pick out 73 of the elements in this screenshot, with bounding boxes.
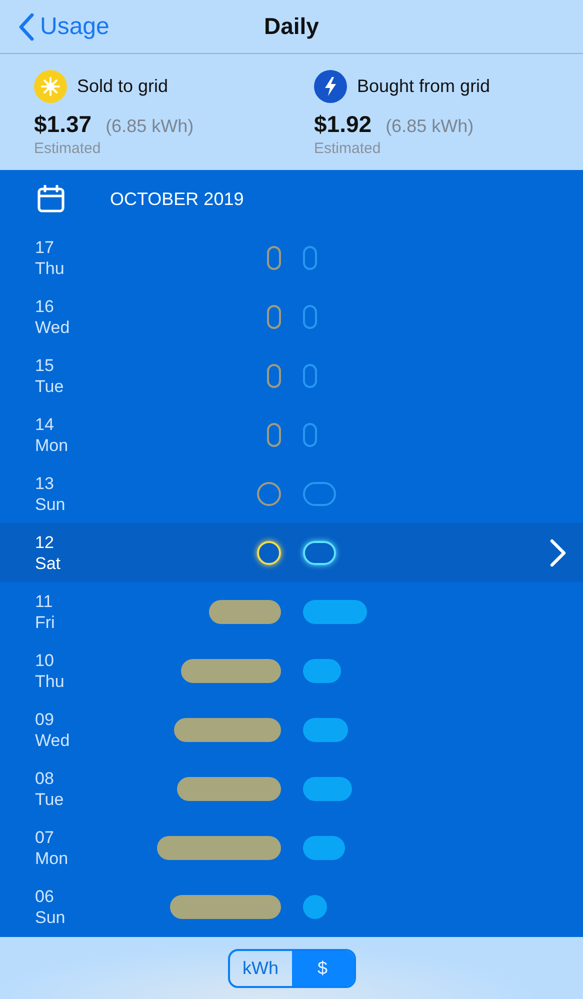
sold-energy-bar	[257, 540, 281, 564]
page-title: Daily	[264, 13, 319, 39]
weekday-label: Sat	[35, 552, 61, 574]
amount-value: $1.92	[314, 111, 372, 138]
summary-label: Sold to grid	[77, 76, 168, 97]
weekday-label: Wed	[35, 316, 70, 338]
unit-toggle-option[interactable]: kWh	[230, 950, 292, 986]
sold-energy-bar	[209, 600, 281, 624]
day-row[interactable]: 11 Fri	[0, 582, 583, 641]
day-number: 12	[35, 532, 54, 552]
sold-energy-bar	[267, 304, 281, 328]
bought-energy-bar	[303, 776, 352, 800]
energy-value: (6.85 kWh)	[386, 116, 474, 137]
month-label: OCTOBER 2019	[110, 188, 244, 210]
bought-energy-bar	[303, 364, 317, 388]
day-number: 09	[35, 708, 54, 730]
day-number: 08	[35, 768, 54, 788]
sold-energy-bar	[257, 482, 281, 506]
bought-energy-bar	[303, 540, 336, 564]
sold-energy-bar	[267, 246, 281, 270]
day-number: 10	[35, 650, 54, 670]
day-number: 13	[35, 472, 54, 494]
weekday-label: Wed	[35, 730, 70, 750]
unit-toggle-option[interactable]: $	[292, 950, 354, 986]
day-row[interactable]: 16 Wed	[0, 287, 583, 346]
day-number: 16	[35, 296, 54, 316]
day-number: 07	[35, 826, 54, 848]
weekday-label: Thu	[35, 258, 64, 278]
bought-energy-bar	[303, 836, 345, 860]
day-row[interactable]: 14 Mon	[0, 405, 583, 464]
bought-energy-bar	[303, 482, 336, 506]
sold-energy-bar	[267, 364, 281, 388]
day-row[interactable]: 12 Sat	[0, 523, 583, 582]
estimated-note: Estimated	[34, 140, 102, 157]
calendar-icon[interactable]	[37, 185, 65, 213]
weekday-label: Fri	[35, 612, 55, 632]
day-row[interactable]: 08 Tue	[0, 759, 583, 818]
day-number: 14	[35, 414, 54, 434]
weekday-label: Tue	[35, 376, 64, 396]
sun-icon	[34, 70, 67, 103]
sold-energy-bar	[267, 422, 281, 446]
day-row[interactable]: 10 Thu	[0, 641, 583, 700]
day-number: 06	[35, 886, 54, 906]
day-number: 15	[35, 354, 54, 376]
weekday-label: Mon	[35, 848, 68, 868]
summary-label: Bought from grid	[357, 76, 490, 97]
day-row[interactable]: 13 Sun	[0, 464, 583, 523]
day-number: 11	[35, 590, 53, 612]
energy-value: (6.85 kWh)	[106, 116, 194, 137]
bought-energy-bar	[303, 894, 327, 918]
bought-energy-bar	[303, 658, 341, 682]
day-row[interactable]: 15 Tue	[0, 346, 583, 405]
back-button[interactable]: Usage	[18, 12, 110, 40]
lightning-bolt-icon	[314, 70, 347, 103]
day-row[interactable]: 17 Thu	[0, 228, 583, 287]
amount-value: $1.37	[34, 111, 92, 138]
back-chevron-icon	[18, 12, 34, 40]
weekday-label: Tue	[35, 788, 64, 810]
weekday-label: Thu	[35, 670, 64, 692]
bought-energy-bar	[303, 600, 367, 624]
day-row[interactable]: 09 Wed	[0, 700, 583, 759]
bought-energy-bar	[303, 422, 317, 446]
day-number: 17	[35, 236, 54, 258]
bought-energy-bar	[303, 718, 348, 742]
bought-energy-bar	[303, 304, 317, 328]
weekday-label: Sun	[35, 906, 66, 928]
day-row[interactable]: 06 Sun	[0, 877, 583, 936]
day-row[interactable]: 07 Mon	[0, 818, 583, 877]
bought-energy-bar	[303, 246, 317, 270]
estimated-note: Estimated	[314, 140, 382, 157]
chevron-right-icon	[550, 538, 566, 566]
weekday-label: Mon	[35, 434, 68, 456]
weekday-label: Sun	[35, 494, 66, 514]
